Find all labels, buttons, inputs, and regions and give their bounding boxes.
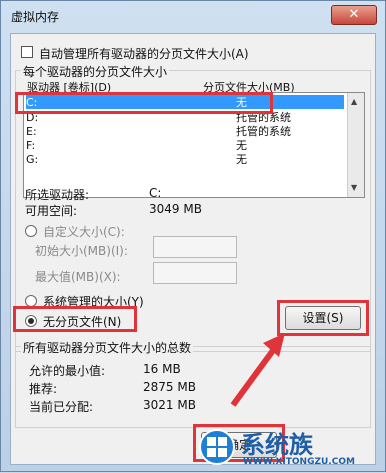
arrow-icon: [230, 333, 285, 407]
virtual-memory-dialog: 虚拟内存 ✕ 自动管理所有驱动器的分页文件大小(A) 每个驱动器的分页文件大小 …: [0, 0, 386, 472]
watermark-logo-icon: [199, 429, 235, 465]
drive-c-highlight-box: [15, 92, 273, 114]
watermark: 系统族 WWW.XITONGZU.COM: [197, 423, 386, 473]
watermark-url: WWW.XITONGZU.COM: [243, 457, 355, 467]
watermark-text: 系统族: [241, 431, 313, 459]
